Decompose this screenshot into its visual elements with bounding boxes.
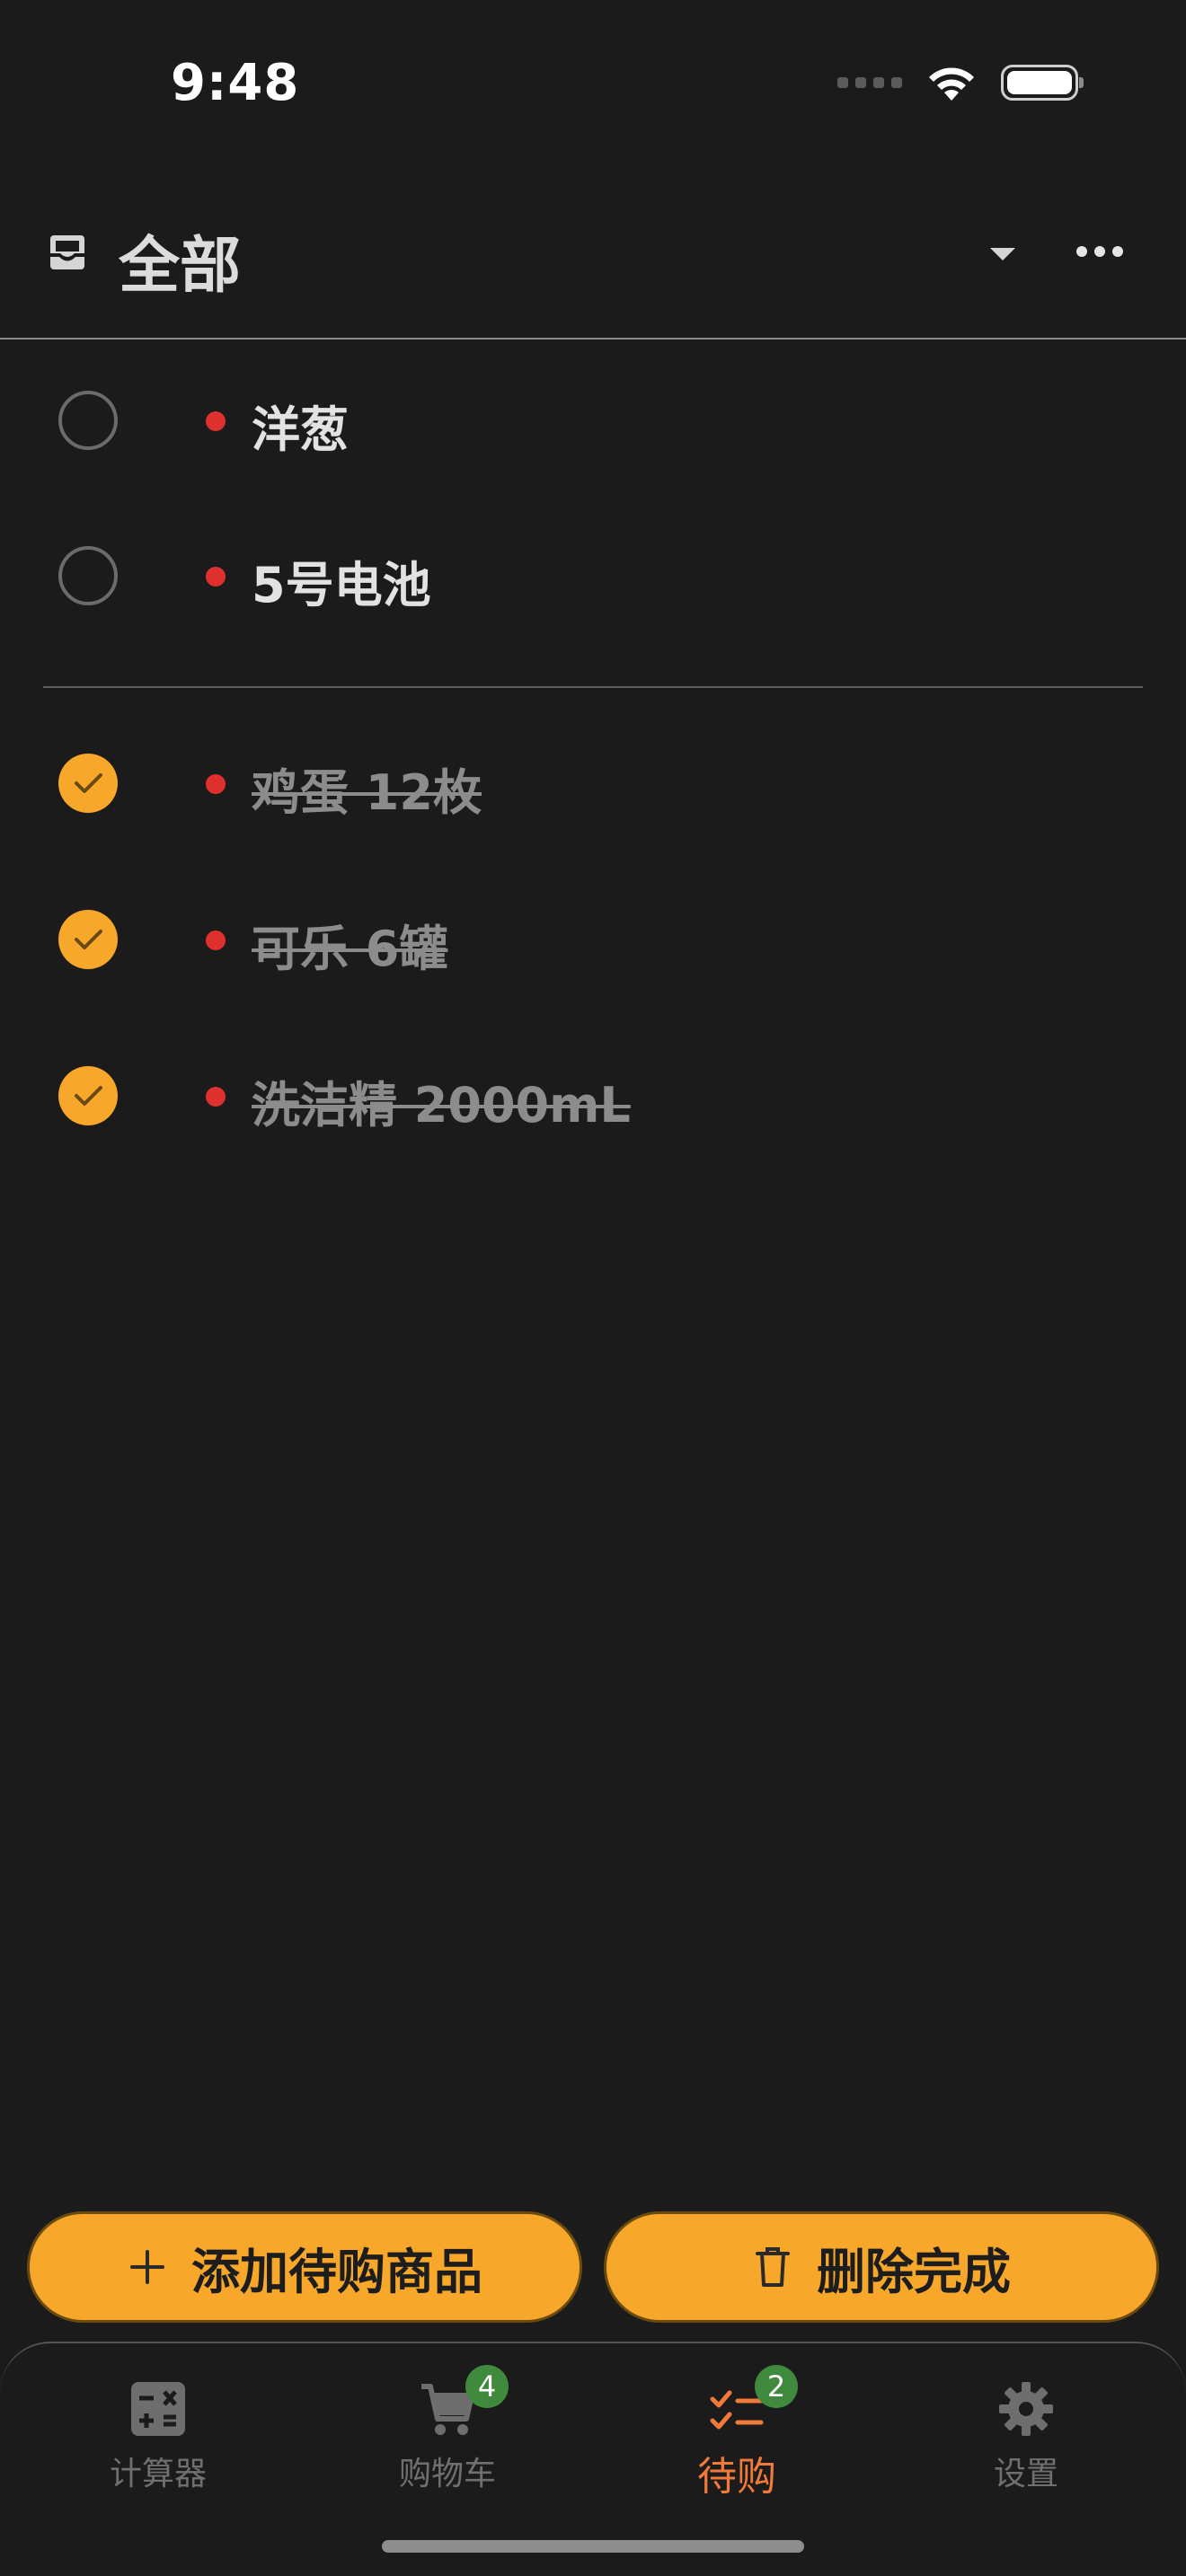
item-label: 洋葱 <box>252 401 349 458</box>
list-item-completed[interactable]: 鸡蛋 12枚 <box>0 706 1186 860</box>
item-checkbox-checked[interactable] <box>58 754 118 813</box>
add-item-label: 添加待购商品 <box>191 2243 482 2300</box>
to-buy-count-badge: 2 <box>755 2365 798 2408</box>
tab-calculator[interactable]: 计算器 <box>68 2361 248 2496</box>
wifi-icon <box>929 67 974 101</box>
chevron-down-icon[interactable] <box>985 235 1021 271</box>
list-title[interactable]: 全部 <box>119 216 241 304</box>
list-item[interactable]: 5号电池 <box>0 498 1186 653</box>
delete-completed-label: 删除完成 <box>817 2243 1011 2300</box>
trash-icon <box>756 2247 790 2287</box>
add-item-button[interactable]: 添加待购商品 <box>27 2211 582 2323</box>
priority-dot <box>206 567 226 587</box>
item-label: 鸡蛋 12枚 <box>252 764 482 821</box>
item-checkbox[interactable] <box>58 546 118 605</box>
calculator-icon <box>131 2382 185 2436</box>
cart-count-badge: 4 <box>465 2365 509 2408</box>
item-checkbox-checked[interactable] <box>58 1066 118 1125</box>
status-indicators <box>837 63 1084 102</box>
section-divider <box>43 686 1143 688</box>
item-label: 5号电池 <box>252 557 431 613</box>
tab-to-buy-label: 待购 <box>697 2454 776 2500</box>
cellular-signal-icon <box>837 77 902 88</box>
tab-to-buy[interactable]: 待购 2 <box>647 2361 827 2500</box>
item-label: 洗洁精 2000mL <box>252 1077 631 1134</box>
status-time: 9:48 <box>171 54 300 112</box>
tab-cart[interactable]: 购物车 4 <box>358 2361 537 2496</box>
item-checkbox[interactable] <box>58 391 118 450</box>
list-item[interactable]: 洋葱 <box>0 343 1186 498</box>
checkmark-icon <box>75 773 102 793</box>
home-indicator[interactable] <box>382 2540 804 2553</box>
item-checkbox-checked[interactable] <box>58 910 118 969</box>
priority-dot <box>206 931 226 950</box>
tab-settings-label: 设置 <box>993 2456 1058 2492</box>
item-label: 可乐 6罐 <box>252 921 448 977</box>
list-item-completed[interactable]: 洗洁精 2000mL <box>0 1019 1186 1173</box>
tab-cart-label: 购物车 <box>398 2456 496 2492</box>
tab-calculator-label: 计算器 <box>109 2456 207 2492</box>
battery-icon <box>1001 65 1084 101</box>
list-item-completed[interactable]: 可乐 6罐 <box>0 862 1186 1017</box>
tab-settings[interactable]: 设置 <box>936 2361 1116 2496</box>
checkmark-icon <box>75 930 102 949</box>
priority-dot <box>206 774 226 794</box>
list-header: 全部 <box>0 199 1186 340</box>
inbox-icon[interactable] <box>47 232 88 273</box>
priority-dot <box>206 411 226 431</box>
priority-dot <box>206 1087 226 1107</box>
plus-icon <box>130 2250 164 2284</box>
checkmark-icon <box>75 1086 102 1106</box>
delete-completed-button[interactable]: 删除完成 <box>604 2211 1159 2323</box>
gear-icon <box>999 2382 1053 2436</box>
more-options-icon[interactable] <box>1075 234 1125 269</box>
